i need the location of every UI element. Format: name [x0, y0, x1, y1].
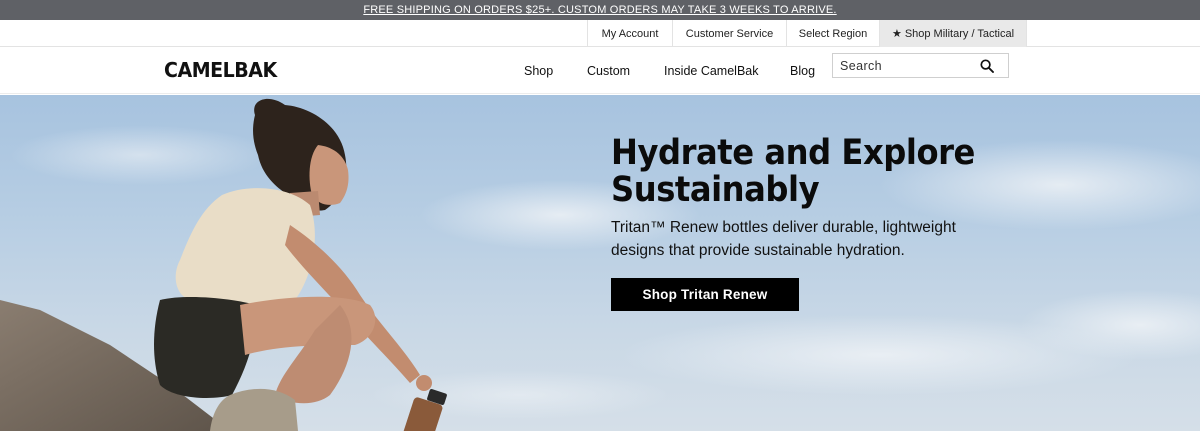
nav-custom[interactable]: Custom [587, 64, 630, 78]
search-box [832, 53, 1009, 78]
camelbak-logo[interactable]: CAMELBAK [164, 58, 277, 82]
nav-blog[interactable]: Blog [790, 64, 815, 78]
customer-service-link[interactable]: Customer Service [672, 20, 786, 47]
main-nav: CAMELBAK Shop Custom Inside CamelBak Blo… [0, 47, 1200, 94]
hero-content: Hydrate and Explore Sustainably Tritan™ … [611, 135, 1031, 311]
hero-subtitle: Tritan™ Renew bottles deliver durable, l… [611, 219, 956, 259]
star-icon: ★ [891, 28, 902, 40]
search-input[interactable] [833, 58, 973, 73]
shop-military-link[interactable]: ★ Shop Military / Tactical [879, 20, 1027, 47]
shop-tritan-renew-button[interactable]: Shop Tritan Renew [611, 278, 799, 311]
select-region-link[interactable]: Select Region [786, 20, 879, 47]
hero-banner: Hydrate and Explore Sustainably Tritan™ … [0, 95, 1200, 431]
promo-bar: FREE SHIPPING ON ORDERS $25+. CUSTOM ORD… [0, 0, 1200, 20]
promo-link[interactable]: FREE SHIPPING ON ORDERS $25+. CUSTOM ORD… [363, 4, 836, 16]
nav-inside-camelbak[interactable]: Inside CamelBak [664, 64, 759, 78]
my-account-link[interactable]: My Account [587, 20, 672, 47]
shop-military-label: Shop Military / Tactical [904, 27, 1015, 40]
search-icon[interactable] [980, 59, 994, 73]
utility-bar: My Account Customer Service Select Regio… [0, 20, 1200, 47]
utility-links: My Account Customer Service Select Regio… [587, 20, 1027, 47]
nav-shop[interactable]: Shop [524, 64, 553, 78]
hero-title: Hydrate and Explore Sustainably [611, 133, 975, 210]
